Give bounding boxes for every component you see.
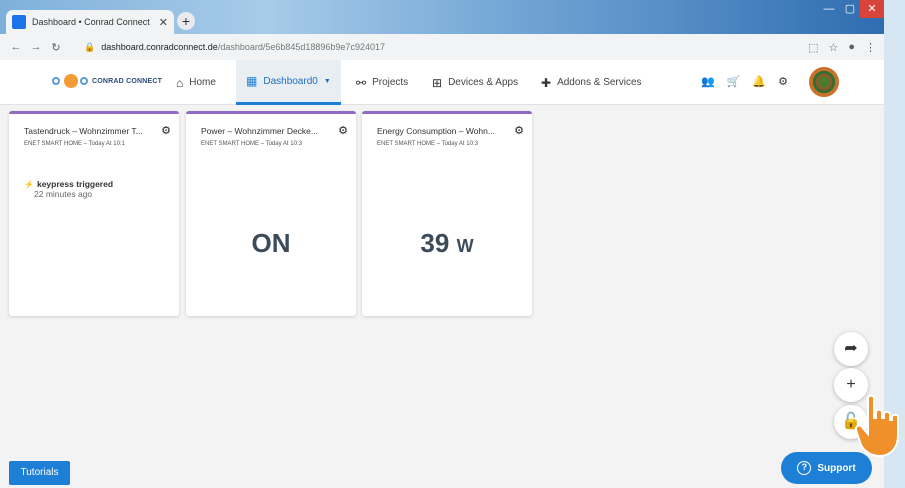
logo-mark-icon — [52, 74, 88, 88]
projects-icon: ⚯ — [356, 75, 367, 90]
pointer-hand-icon — [854, 394, 899, 458]
minimize-button[interactable]: — — [818, 0, 840, 18]
lock-icon: 🔒 — [84, 41, 96, 52]
card-settings-gear-icon[interactable]: ⚙ — [161, 124, 171, 137]
browser-actions: ⬚ ☆ ● ⋮ — [808, 41, 876, 54]
star-icon[interactable]: ☆ — [828, 41, 838, 54]
help-circle-icon: ? — [797, 461, 812, 475]
nav-home[interactable]: ⌂ Home — [176, 60, 216, 105]
avatar[interactable] — [809, 67, 839, 97]
logo-text: CONRAD CONNECT — [92, 77, 163, 85]
support-label: Support — [817, 462, 856, 474]
reload-icon[interactable]: ↻ — [48, 41, 64, 54]
nav-dashboard-label: Dashboard0 — [263, 75, 318, 87]
card-subtitle: ENET SMART HOME – Today At 10:1 — [24, 141, 125, 147]
home-icon: ⌂ — [176, 75, 184, 90]
nav-addons[interactable]: ✚ Addons & Services — [541, 60, 642, 105]
widget-card-energy: Energy Consumption – Wohn... ⚙ ENET SMAR… — [362, 111, 532, 316]
users-icon[interactable]: 👥 — [701, 75, 715, 88]
nav-devices[interactable]: ⊞ Devices & Apps — [432, 60, 518, 105]
favicon-icon — [12, 15, 26, 29]
profile-icon[interactable]: ● — [848, 41, 855, 54]
power-value: ON — [251, 228, 291, 258]
url-field[interactable]: 🔒 dashboard.conradconnect.de/dashboard/5… — [76, 38, 800, 56]
back-icon[interactable]: ← — [8, 41, 24, 53]
card-title: Tastendruck – Wohnzimmer T... — [24, 126, 143, 136]
forward-icon[interactable]: → — [28, 41, 44, 53]
energy-number: 39 — [420, 228, 450, 258]
nav-home-label: Home — [189, 77, 216, 88]
card-title: Power – Wohnzimmer Decke... — [201, 126, 318, 136]
card-subtitle: ENET SMART HOME – Today At 10:3 — [201, 141, 302, 147]
share-button[interactable]: ➦ — [834, 332, 868, 366]
translate-icon[interactable]: ⬚ — [808, 41, 818, 54]
card-subtitle: ENET SMART HOME – Today At 10:3 — [377, 141, 478, 147]
tutorials-button[interactable]: Tutorials — [9, 461, 70, 485]
event-label: keypress triggered — [36, 179, 114, 189]
card-title: Energy Consumption – Wohn... — [377, 126, 495, 136]
energy-value: 39 W — [362, 228, 532, 259]
card-settings-gear-icon[interactable]: ⚙ — [514, 124, 524, 137]
widget-card-keypress: Tastendruck – Wohnzimmer T... ⚙ ENET SMA… — [9, 111, 179, 316]
card-event: ⚡ keypress triggered 22 minutes ago — [24, 179, 113, 199]
dashboard-icon: ▦ — [246, 74, 258, 88]
app-header: CONRAD CONNECT ⌂ Home ▦ Dashboard0 ▼ ⚯ P… — [0, 60, 884, 105]
widget-card-power: Power – Wohnzimmer Decke... ⚙ ENET SMART… — [186, 111, 356, 316]
bell-icon[interactable]: 🔔 — [752, 75, 766, 88]
address-bar: ← → ↻ 🔒 dashboard.conradconnect.de/dashb… — [0, 34, 884, 60]
header-icons: 👥 🛒 🔔 ⚙ — [701, 75, 788, 88]
chevron-down-icon: ▼ — [323, 77, 331, 85]
close-window-button[interactable]: ✕ — [860, 0, 884, 18]
browser-tab[interactable]: Dashboard • Conrad Connect ✕ — [6, 10, 174, 34]
rss-icon: ⚡ — [24, 180, 34, 189]
nav-projects[interactable]: ⚯ Projects — [356, 60, 408, 105]
nav-devices-label: Devices & Apps — [448, 77, 519, 88]
event-time: 22 minutes ago — [34, 189, 93, 199]
card-settings-gear-icon[interactable]: ⚙ — [338, 124, 348, 137]
new-tab-button[interactable]: + — [177, 12, 195, 30]
nav-dashboard[interactable]: ▦ Dashboard0 ▼ — [236, 60, 341, 105]
menu-icon[interactable]: ⋮ — [865, 41, 876, 54]
browser-titlebar: Dashboard • Conrad Connect ✕ + — ▢ ✕ — [0, 0, 884, 34]
share-arrow-icon: ➦ — [844, 340, 858, 357]
maximize-button[interactable]: ▢ — [840, 0, 860, 18]
url-text: dashboard.conradconnect.de/dashboard/5e6… — [101, 42, 385, 52]
plus-icon: + — [846, 376, 856, 393]
gear-icon[interactable]: ⚙ — [778, 75, 788, 88]
support-button[interactable]: ? Support — [781, 452, 872, 484]
conrad-connect-logo[interactable]: CONRAD CONNECT — [52, 74, 162, 88]
nav-projects-label: Projects — [372, 77, 409, 88]
nav-addons-label: Addons & Services — [557, 77, 642, 88]
tab-title: Dashboard • Conrad Connect — [32, 17, 150, 27]
puzzle-icon: ✚ — [541, 75, 552, 90]
energy-unit: W — [456, 236, 474, 256]
devices-plus-icon: ⊞ — [432, 75, 443, 90]
tab-close-icon[interactable]: ✕ — [159, 16, 168, 29]
cart-icon[interactable]: 🛒 — [727, 75, 741, 88]
